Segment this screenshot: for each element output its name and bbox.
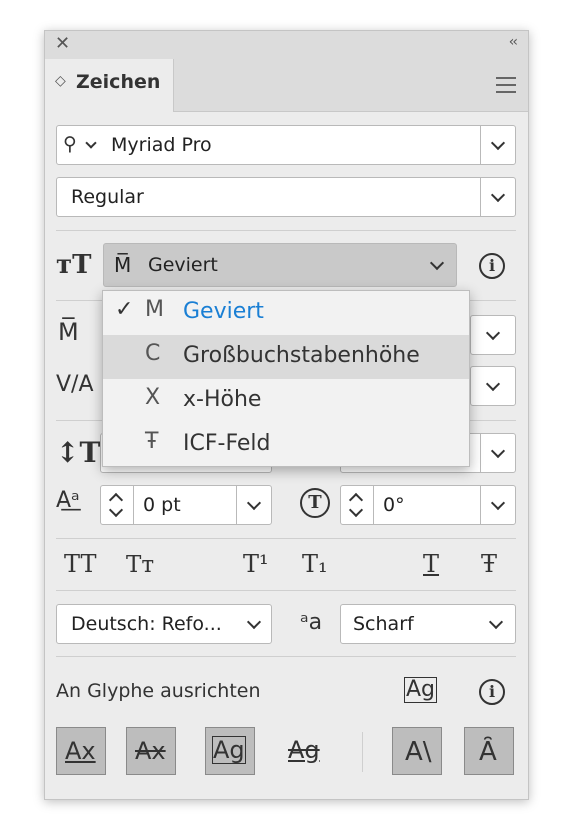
strikethrough-icon[interactable]: Ŧ xyxy=(481,550,497,578)
vertical-scale-icon: ↕T xyxy=(56,436,101,469)
tracking-dropdown[interactable] xyxy=(470,315,516,355)
divider-vertical xyxy=(362,732,363,772)
info-icon[interactable]: i xyxy=(479,253,505,279)
align-glyph-label: An Glyphe ausrichten xyxy=(56,680,261,702)
kerning-icon: V/A xyxy=(56,372,94,397)
subscript-icon[interactable]: T₁ xyxy=(302,550,328,578)
search-icon: ⚲ xyxy=(63,133,77,155)
stepper-down-icon[interactable] xyxy=(348,502,364,518)
rotation-stepper[interactable] xyxy=(341,486,374,524)
stepper-down-icon[interactable] xyxy=(108,502,124,518)
kerning-ref-icon: M̅ xyxy=(58,318,79,346)
font-family-field[interactable]: ⚲ Myriad Pro xyxy=(56,125,516,165)
divider xyxy=(56,590,516,591)
baseline-dropdown[interactable] xyxy=(236,486,271,524)
rotation-dropdown[interactable] xyxy=(480,486,515,524)
chevron-down-icon xyxy=(485,376,501,392)
tab-zeichen[interactable]: ◇ Zeichen xyxy=(45,59,174,112)
kerning-dropdown[interactable] xyxy=(470,366,516,406)
title-bar: ✕ ‹‹ xyxy=(45,31,528,59)
size-reference-field[interactable]: M̅ Geviert xyxy=(103,243,457,287)
font-style-value: Regular xyxy=(71,186,144,208)
tab-arrows-icon: ◇ xyxy=(55,73,66,89)
size-reference-menu: ✓ M Geviert C Großbuchstabenhöhe X x-Höh… xyxy=(102,290,470,467)
menu-item-xheight[interactable]: X x-Höhe xyxy=(103,379,469,423)
rotation-value: 0° xyxy=(383,494,405,516)
check-icon: ✓ xyxy=(115,297,134,322)
baseline-shift-icon: A͟ᵃ xyxy=(56,488,80,513)
baseline-align-icon[interactable]: Ag xyxy=(288,736,320,764)
chevron-down-icon xyxy=(246,614,262,630)
baseline-stepper[interactable] xyxy=(101,486,134,524)
em-mark-icon: M xyxy=(145,297,164,322)
search-chevron-icon xyxy=(85,137,97,149)
font-family-dropdown[interactable] xyxy=(480,126,515,164)
em-box-icon: Ax xyxy=(65,737,96,765)
font-style-field[interactable]: Regular xyxy=(56,177,516,217)
rotation-field[interactable]: 0° xyxy=(340,485,516,525)
antialias-value: Scharf xyxy=(353,613,414,635)
chevron-down-icon xyxy=(485,325,501,341)
menu-item-label: Großbuchstabenhöhe xyxy=(183,343,420,368)
divider xyxy=(56,230,516,231)
x-mark-icon: X xyxy=(145,385,161,410)
angular-button[interactable]: A\ xyxy=(392,727,442,775)
align-em-box-center-button[interactable]: Ax xyxy=(126,727,176,775)
tab-label: Zeichen xyxy=(76,71,161,93)
menu-item-label: x-Höhe xyxy=(183,387,262,412)
close-icon[interactable]: ✕ xyxy=(55,33,70,54)
menu-item-capheight[interactable]: C Großbuchstabenhöhe xyxy=(103,335,469,379)
glyph-bounds-icon: Ag xyxy=(212,736,246,764)
chevron-down-icon xyxy=(490,443,506,459)
menu-item-label: ICF-Feld xyxy=(183,431,271,456)
chevron-down-icon xyxy=(490,187,506,203)
collapse-icon[interactable]: ‹‹ xyxy=(509,34,518,50)
tab-row: ◇ Zeichen xyxy=(45,59,528,112)
small-caps-icon[interactable]: Tт xyxy=(126,552,154,578)
divider xyxy=(56,538,516,539)
divider xyxy=(56,656,516,657)
baseline-shift-field[interactable]: 0 pt xyxy=(100,485,272,525)
menu-item-geviert[interactable]: ✓ M Geviert xyxy=(103,291,469,335)
icf-mark-icon: Ŧ xyxy=(145,429,159,454)
chevron-down-icon xyxy=(488,614,504,630)
underline-icon[interactable]: T xyxy=(423,550,439,578)
font-family-value: Myriad Pro xyxy=(111,134,212,156)
language-value: Deutsch: Refo... xyxy=(71,613,222,635)
horizontal-scale-dropdown[interactable] xyxy=(480,434,515,472)
menu-item-icf[interactable]: Ŧ ICF-Feld xyxy=(103,423,469,467)
language-field[interactable]: Deutsch: Refo... xyxy=(56,604,272,644)
size-ref-mark: M̅ xyxy=(114,253,132,277)
angular-icon: A\ xyxy=(405,737,432,767)
size-reference-value: Geviert xyxy=(148,254,218,276)
chevron-down-icon xyxy=(429,255,445,271)
menu-item-label: Geviert xyxy=(183,299,264,324)
align-em-box-button[interactable]: Ax xyxy=(56,727,106,775)
font-size-icon: ᴛT xyxy=(56,250,92,280)
info-icon[interactable]: i xyxy=(479,679,505,705)
chevron-down-icon xyxy=(246,495,262,511)
rotation-icon: T xyxy=(300,488,330,518)
baseline-shift-value: 0 pt xyxy=(143,494,181,516)
align-glyph-bounds-button[interactable]: Ag xyxy=(205,727,255,775)
anchor-icon: Ȃ xyxy=(479,737,497,767)
chevron-down-icon xyxy=(490,495,506,511)
all-caps-icon[interactable]: TT xyxy=(64,550,96,578)
font-style-dropdown[interactable] xyxy=(480,178,515,216)
chevron-down-icon xyxy=(490,135,506,151)
cap-mark-icon: C xyxy=(145,341,161,366)
antialias-icon: ᵃa xyxy=(300,610,323,635)
panel-menu-icon[interactable] xyxy=(496,77,516,98)
anchor-button[interactable]: Ȃ xyxy=(464,727,514,775)
glyph-bounds-icon[interactable]: Ag xyxy=(404,677,438,703)
superscript-icon[interactable]: T¹ xyxy=(243,550,269,578)
em-center-icon: Ax xyxy=(135,737,166,765)
antialias-field[interactable]: Scharf xyxy=(340,604,516,644)
